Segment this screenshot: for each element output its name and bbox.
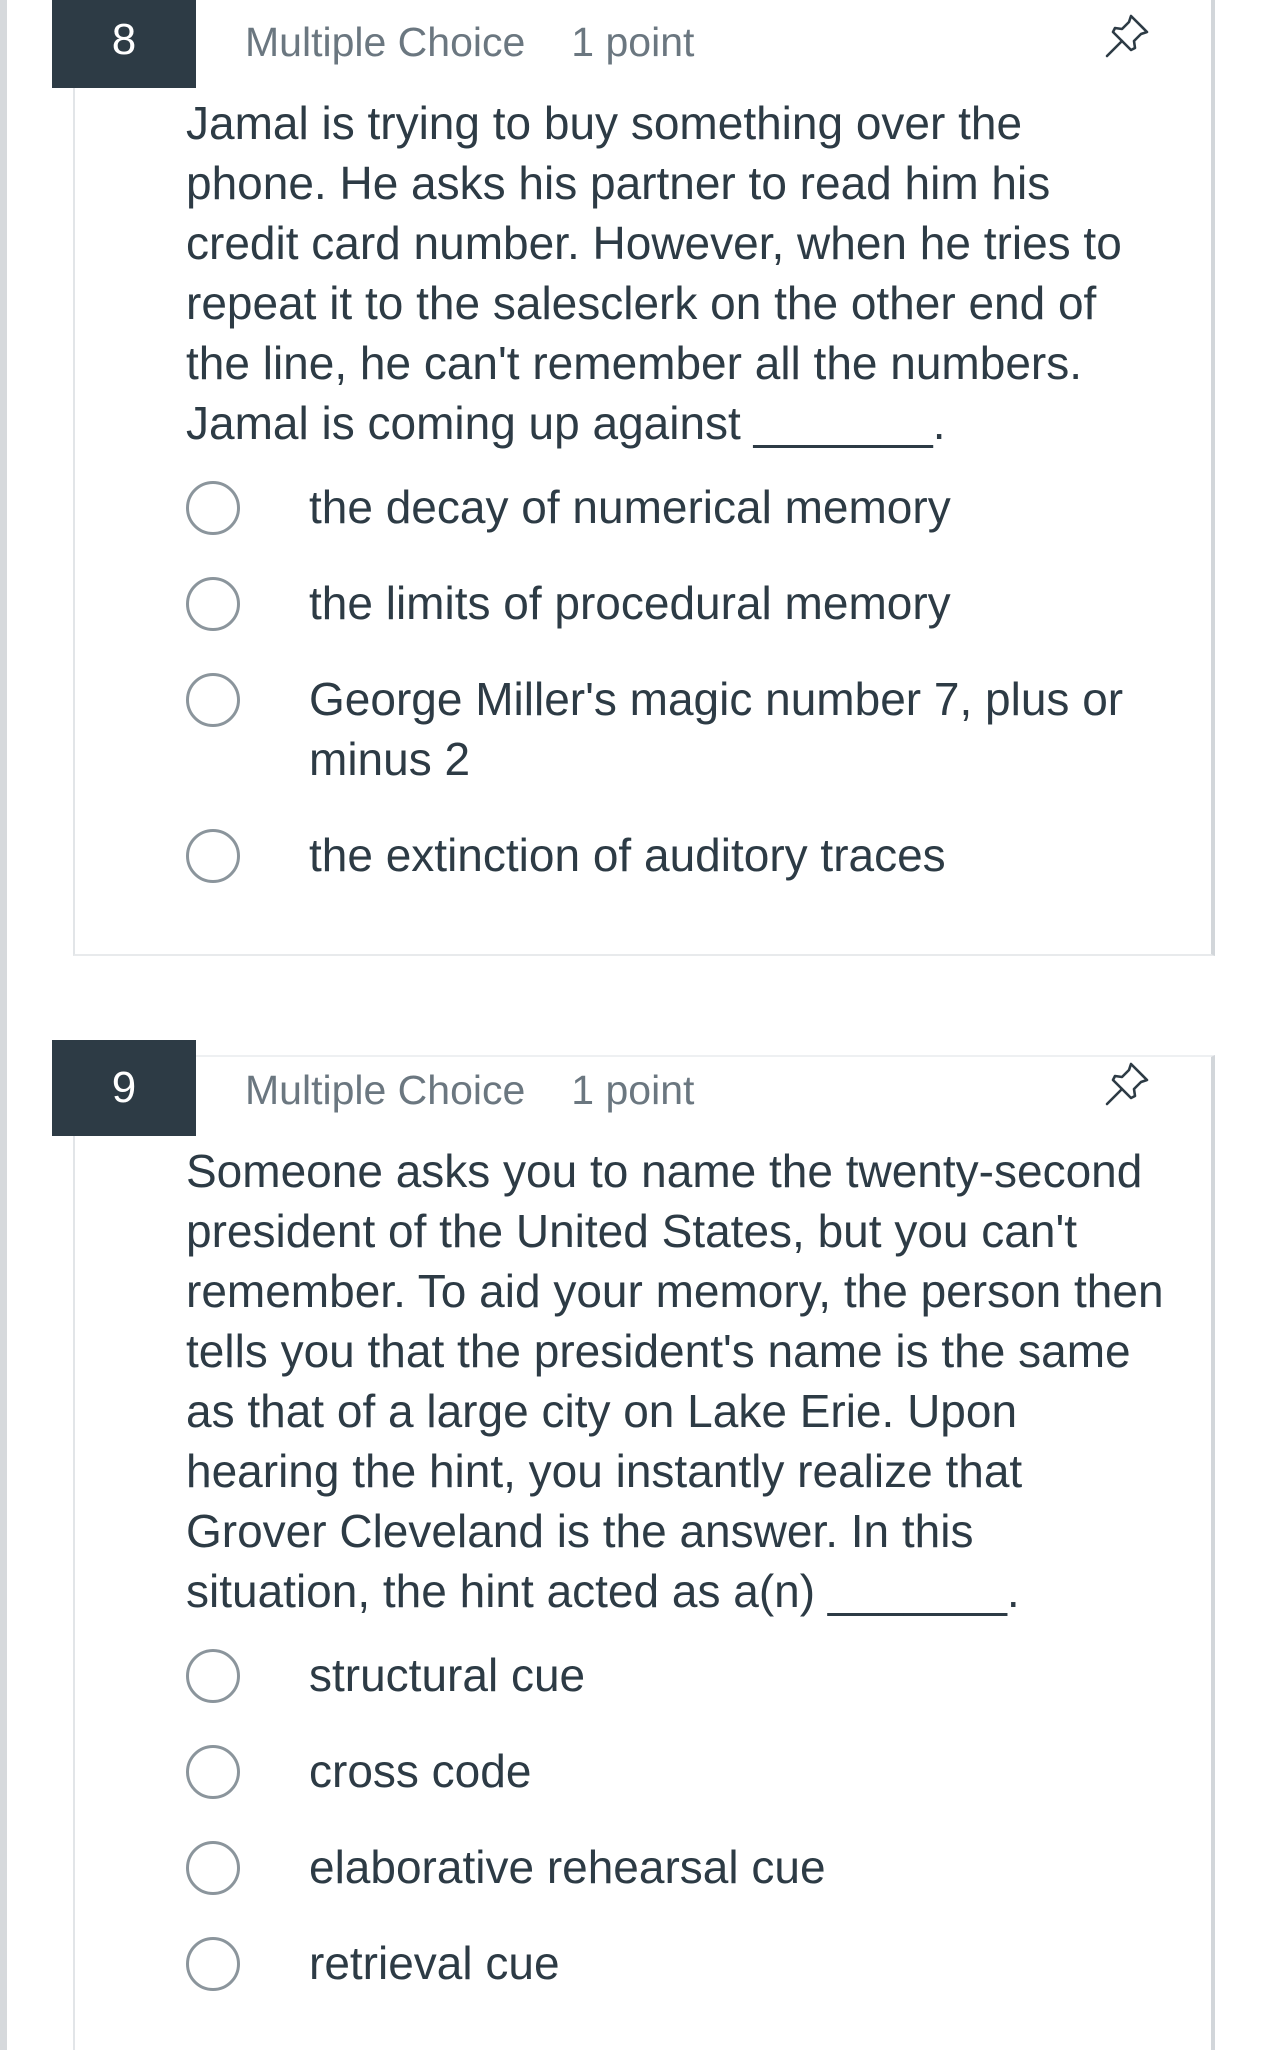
radio-button[interactable] bbox=[186, 481, 240, 535]
answer-option[interactable]: the decay of numerical memory bbox=[186, 477, 1166, 537]
option-label[interactable]: structural cue bbox=[309, 1645, 1149, 1705]
question-points: 1 point bbox=[571, 19, 695, 65]
left-rail bbox=[0, 0, 7, 2050]
pin-icon[interactable] bbox=[1101, 1058, 1153, 1110]
radio-button[interactable] bbox=[186, 1841, 240, 1895]
radio-button[interactable] bbox=[186, 1745, 240, 1799]
option-label[interactable]: retrieval cue bbox=[309, 1933, 1149, 1993]
quiz-page: 8 Multiple Choice 1 point Jamal is trying… bbox=[0, 0, 1284, 2050]
question-meta-8: Multiple Choice 1 point bbox=[245, 19, 694, 66]
answer-option[interactable]: the limits of procedural memory bbox=[186, 573, 1166, 633]
answer-option[interactable]: structural cue bbox=[186, 1645, 1166, 1705]
option-label[interactable]: the decay of numerical memory bbox=[309, 477, 1149, 537]
question-number-8: 8 bbox=[52, 0, 196, 88]
question-text-8: Jamal is trying to buy something over th… bbox=[186, 97, 1122, 449]
answer-option[interactable]: the extinction of auditory traces bbox=[186, 825, 1166, 885]
pin-icon[interactable] bbox=[1101, 10, 1153, 62]
question-text-9: Someone asks you to name the twenty-seco… bbox=[186, 1145, 1164, 1617]
radio-button[interactable] bbox=[186, 1937, 240, 1991]
radio-button[interactable] bbox=[186, 673, 240, 727]
answer-option[interactable]: elaborative rehearsal cue bbox=[186, 1837, 1166, 1897]
option-label[interactable]: George Miller's magic number 7, plus or … bbox=[309, 669, 1149, 789]
question-points: 1 point bbox=[571, 1067, 695, 1113]
question-type: Multiple Choice bbox=[245, 19, 526, 65]
question-type: Multiple Choice bbox=[245, 1067, 526, 1113]
option-label[interactable]: cross code bbox=[309, 1741, 1149, 1801]
option-label[interactable]: the limits of procedural memory bbox=[309, 573, 1149, 633]
question-meta-9: Multiple Choice 1 point bbox=[245, 1067, 694, 1114]
question-number-9: 9 bbox=[52, 1040, 196, 1136]
option-label[interactable]: elaborative rehearsal cue bbox=[309, 1837, 1149, 1897]
answer-option[interactable]: George Miller's magic number 7, plus or … bbox=[186, 669, 1166, 789]
radio-button[interactable] bbox=[186, 577, 240, 631]
radio-button[interactable] bbox=[186, 1649, 240, 1703]
answer-option[interactable]: cross code bbox=[186, 1741, 1166, 1801]
option-label[interactable]: the extinction of auditory traces bbox=[309, 825, 1149, 885]
radio-button[interactable] bbox=[186, 829, 240, 883]
answer-option[interactable]: retrieval cue bbox=[186, 1933, 1166, 1993]
